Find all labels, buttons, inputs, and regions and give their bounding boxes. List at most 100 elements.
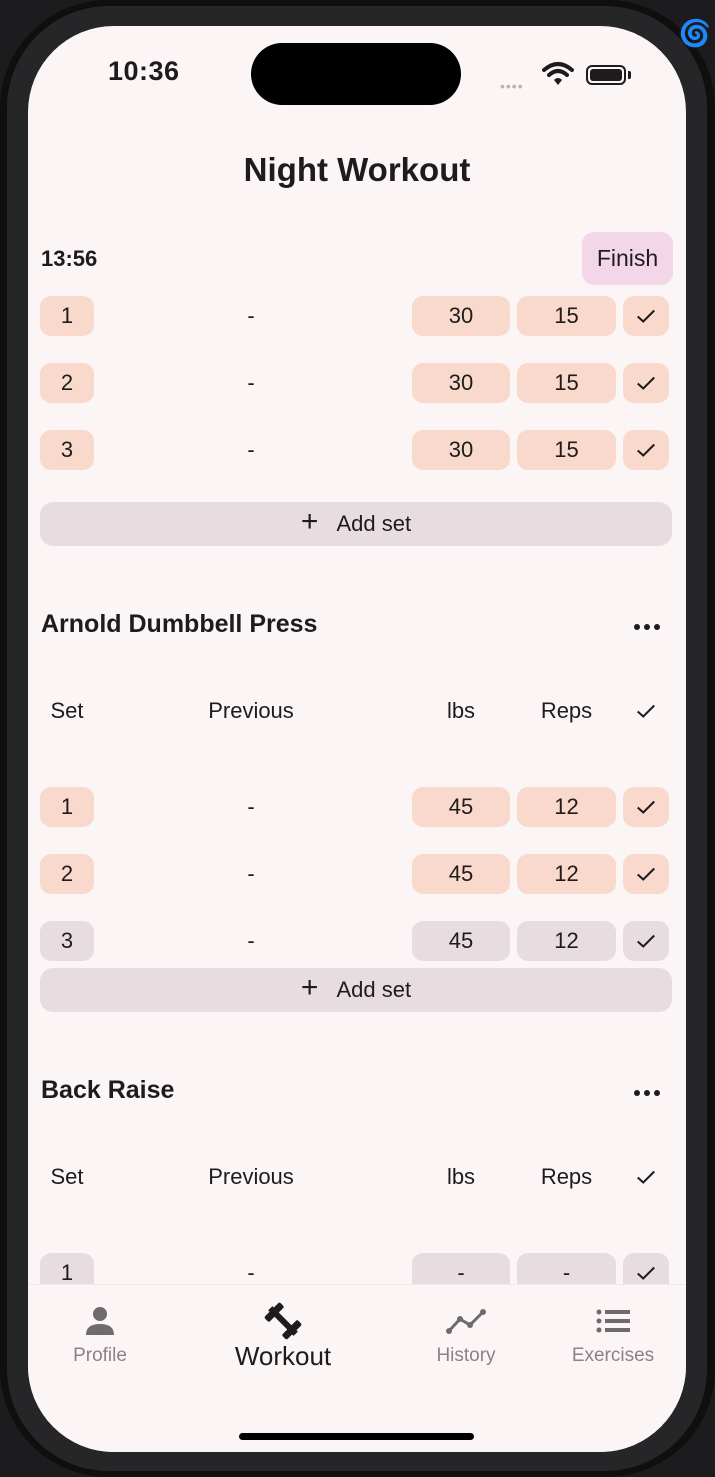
plus-icon: + <box>300 505 319 538</box>
set-row: 2 - 45 12 <box>28 854 686 894</box>
reps-input[interactable]: 15 <box>517 296 616 336</box>
exercise-list[interactable]: 1 - 30 15 2 - 30 15 3 - 30 15 + Add set … <box>28 294 686 1284</box>
add-set-label: Add set <box>336 511 412 536</box>
lbs-input[interactable]: 45 <box>412 787 510 827</box>
set-number[interactable]: 3 <box>40 921 94 961</box>
lbs-input[interactable]: 45 <box>412 921 510 961</box>
checkmark-icon <box>637 443 655 457</box>
column-header-check <box>623 1162 669 1192</box>
previous-value: - <box>247 1260 255 1284</box>
lbs-input[interactable]: 30 <box>412 363 510 403</box>
wifi-icon <box>542 62 574 85</box>
exercise-title[interactable]: Arnold Dumbbell Press <box>41 610 317 639</box>
complete-set-button[interactable] <box>623 921 669 961</box>
app-screen: 10:36 •••• Night Workout 13:56 Finish 1 … <box>28 26 686 1452</box>
bottom-tab-bar: Profile Workout History Exercises <box>28 1284 686 1452</box>
lbs-input[interactable]: 30 <box>412 430 510 470</box>
add-set-button[interactable]: + Add set <box>40 502 672 546</box>
workout-timer: 13:56 <box>41 246 98 271</box>
column-header-previous: Previous <box>208 1164 294 1189</box>
checkmark-icon <box>637 934 655 948</box>
tab-label: Exercises <box>571 1345 655 1366</box>
trend-line-icon <box>446 1309 486 1334</box>
more-options-button[interactable] <box>628 612 666 642</box>
checkmark-icon <box>637 1170 655 1184</box>
column-header-reps: Reps <box>540 698 593 723</box>
set-number[interactable]: 1 <box>40 787 94 827</box>
complete-set-button[interactable] <box>623 1253 669 1284</box>
checkmark-icon <box>637 867 655 881</box>
checkmark-icon <box>637 309 655 323</box>
set-row: 3 - 30 15 <box>28 430 686 470</box>
add-set-label: Add set <box>336 977 412 1002</box>
finish-button[interactable]: Finish <box>582 232 673 285</box>
reps-input[interactable]: 12 <box>517 787 616 827</box>
lbs-input[interactable]: - <box>412 1253 510 1284</box>
set-row: 1 - 30 15 <box>28 296 686 336</box>
checkmark-icon <box>637 376 655 390</box>
column-header-lbs: lbs <box>446 698 476 723</box>
list-icon <box>596 1309 630 1333</box>
complete-set-button[interactable] <box>623 430 669 470</box>
home-indicator[interactable] <box>239 1433 474 1440</box>
set-row: 3 - 45 12 <box>28 921 686 961</box>
set-number[interactable]: 1 <box>40 1253 94 1284</box>
dynamic-island <box>251 43 461 105</box>
previous-value: - <box>247 928 255 953</box>
device-frame: 🌀 10:36 •••• Night Workout 13:56 Finish … <box>0 0 715 1477</box>
tab-history[interactable]: History <box>396 1301 536 1367</box>
set-number[interactable]: 2 <box>40 363 94 403</box>
plus-icon: + <box>300 971 319 1004</box>
column-header-reps: Reps <box>540 1164 593 1189</box>
workout-title: Night Workout <box>243 151 471 188</box>
battery-tip <box>628 71 631 79</box>
more-icon <box>634 624 640 630</box>
reps-input[interactable]: 15 <box>517 430 616 470</box>
more-icon <box>634 1090 640 1096</box>
dumbbell-icon <box>264 1302 302 1340</box>
previous-value: - <box>247 437 255 462</box>
complete-set-button[interactable] <box>623 854 669 894</box>
tab-exercises[interactable]: Exercises <box>543 1301 683 1367</box>
more-options-button[interactable] <box>628 1078 666 1108</box>
add-set-button[interactable]: + Add set <box>40 968 672 1012</box>
complete-set-button[interactable] <box>623 363 669 403</box>
set-row: 1 - 45 12 <box>28 787 686 827</box>
reps-input[interactable]: 15 <box>517 363 616 403</box>
tab-profile[interactable]: Profile <box>30 1301 170 1367</box>
checkmark-icon <box>637 1266 655 1280</box>
column-header-check <box>623 696 669 726</box>
complete-set-button[interactable] <box>623 787 669 827</box>
status-time: 10:36 <box>108 56 180 86</box>
set-row: 1 - - - <box>28 1253 686 1284</box>
reps-input[interactable]: 12 <box>517 854 616 894</box>
complete-set-button[interactable] <box>623 296 669 336</box>
column-header-previous: Previous <box>208 698 294 723</box>
set-row: 2 - 30 15 <box>28 363 686 403</box>
checkmark-icon <box>637 800 655 814</box>
battery-icon <box>586 65 626 85</box>
person-icon <box>86 1307 114 1335</box>
set-number[interactable]: 3 <box>40 430 94 470</box>
set-number[interactable]: 2 <box>40 854 94 894</box>
exercise-title[interactable]: Back Raise <box>41 1076 174 1105</box>
tab-label: History <box>436 1345 496 1366</box>
lbs-input[interactable]: 30 <box>412 296 510 336</box>
set-number[interactable]: 1 <box>40 296 94 336</box>
lbs-input[interactable]: 45 <box>412 854 510 894</box>
checkmark-icon <box>637 704 655 718</box>
reps-input[interactable]: 12 <box>517 921 616 961</box>
previous-value: - <box>247 370 255 395</box>
side-logo-icon: 🌀 <box>678 18 711 48</box>
column-header-set: Set <box>50 1164 84 1189</box>
cellular-signal-icon: •••• <box>500 78 524 94</box>
tab-label: Workout <box>234 1341 332 1371</box>
tab-label: Profile <box>73 1345 127 1366</box>
previous-value: - <box>247 861 255 886</box>
reps-input[interactable]: - <box>517 1253 616 1284</box>
tab-workout[interactable]: Workout <box>213 1301 353 1372</box>
previous-value: - <box>247 303 255 328</box>
previous-value: - <box>247 794 255 819</box>
column-header-lbs: lbs <box>446 1164 476 1189</box>
column-header-set: Set <box>50 698 84 723</box>
